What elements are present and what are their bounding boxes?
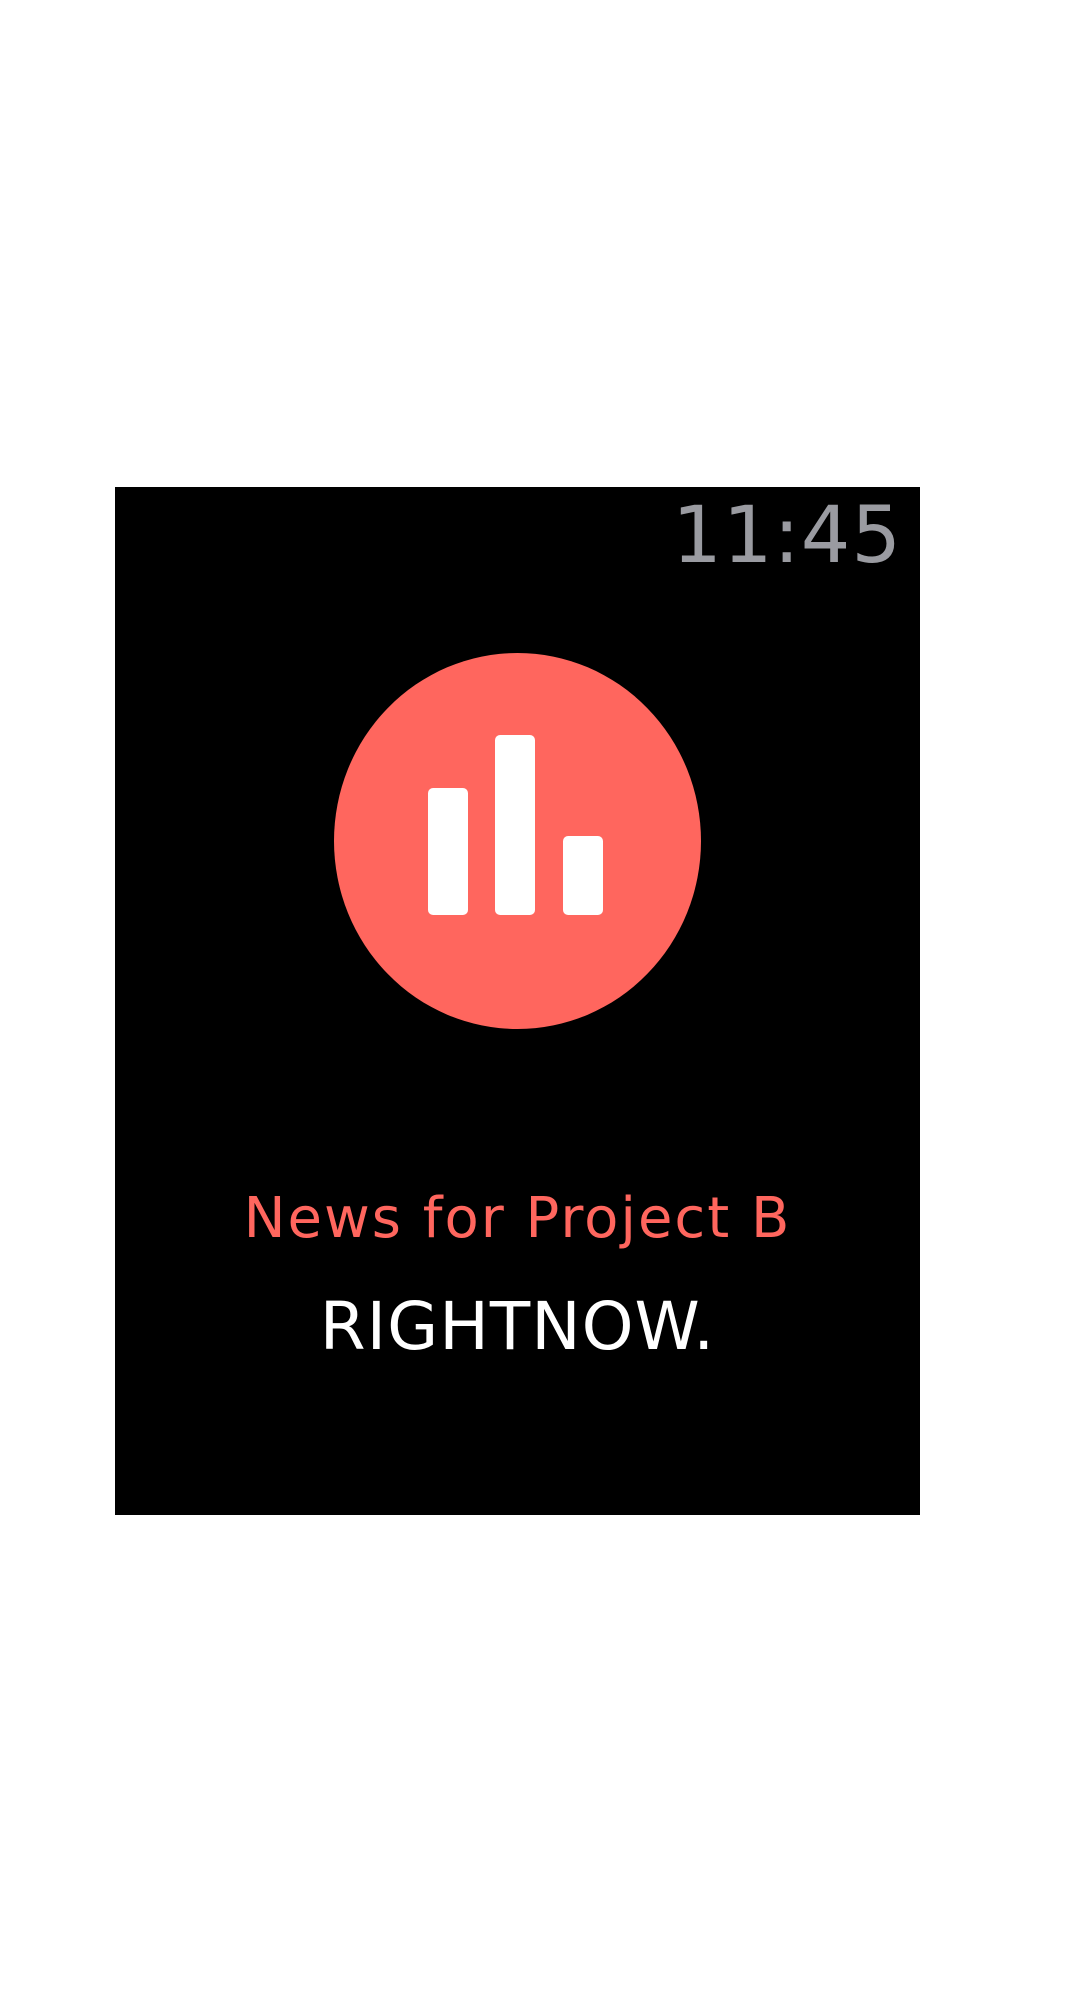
bar-chart-icon-bar-tall [495,735,535,915]
bar-chart-icon-bar-small [563,836,603,915]
status-time: 11:45 [672,491,902,581]
notification-body: RIGHTNOW. [319,1288,716,1365]
notification-title: News for Project B [243,1186,792,1251]
bar-chart-icon-bar-short [428,788,468,915]
watch-screen: 11:45 News for Project B RIGHTNOW. [115,487,920,1515]
app-icon[interactable] [334,653,701,1029]
